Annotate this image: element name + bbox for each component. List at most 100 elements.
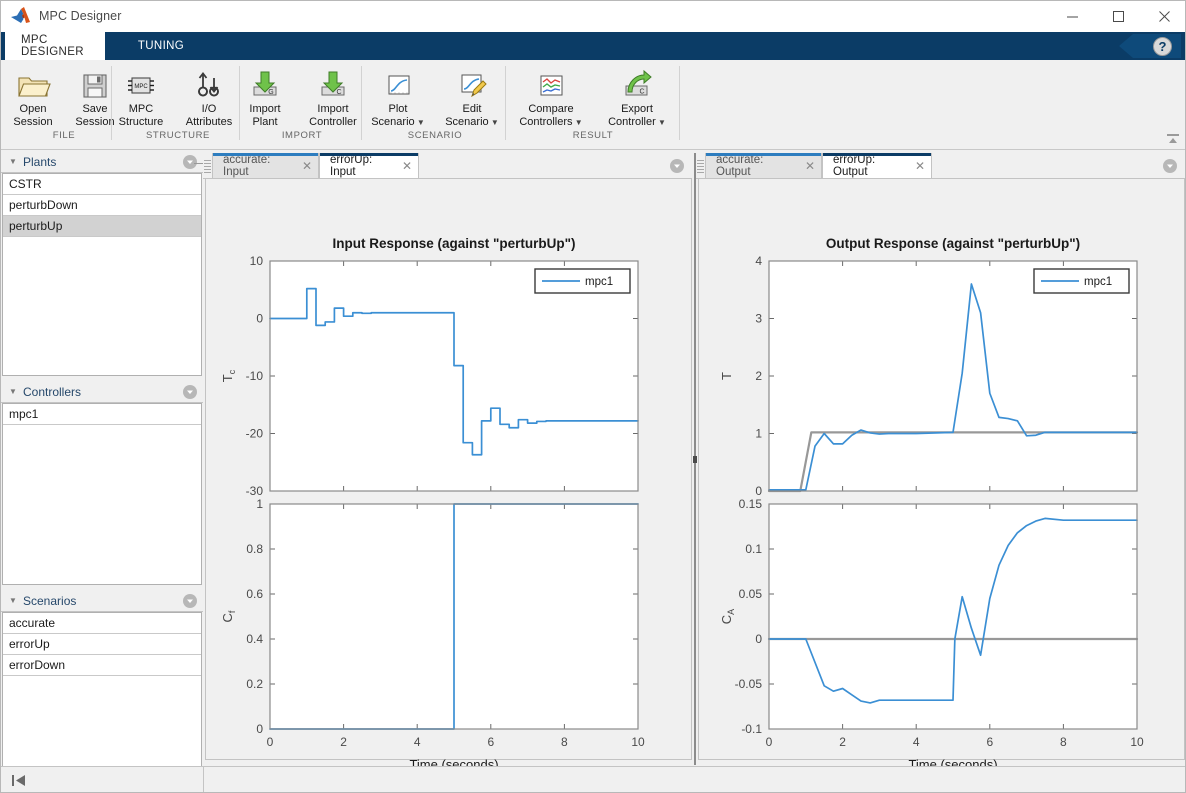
- section-header-plants[interactable]: ▼ Plants: [1, 151, 203, 173]
- svg-text:6: 6: [487, 735, 494, 749]
- edit-scenario-button[interactable]: Edit Scenario ▼: [435, 60, 509, 132]
- input-tabbar-menu-icon[interactable]: [670, 159, 684, 173]
- plants-collapse-triangle-icon[interactable]: ▼: [3, 157, 23, 166]
- plot-scenario-label-1: Plot: [388, 103, 408, 115]
- svg-text:-0.1: -0.1: [741, 722, 762, 736]
- svg-text:0.6: 0.6: [246, 587, 263, 601]
- import-plant-button[interactable]: G Import Plant: [234, 60, 296, 132]
- plants-section-title: Plants: [23, 154, 57, 169]
- svg-text:mpc1: mpc1: [585, 276, 613, 288]
- tab-errorup-input-close-icon[interactable]: ✕: [402, 160, 412, 172]
- svg-text:0: 0: [755, 632, 762, 646]
- edit-scenario-icon: [456, 66, 488, 100]
- plot-scenario-chevron-down-icon[interactable]: ▼: [415, 118, 425, 127]
- svg-text:2: 2: [839, 735, 846, 749]
- ribbon-group-result: Compare Controllers ▼ C Export Controller …: [507, 60, 679, 150]
- import-controller-label-1: Import: [317, 103, 349, 115]
- svg-text:1: 1: [256, 497, 263, 511]
- compare-controllers-label-1: Compare: [528, 103, 574, 115]
- export-controller-chevron-down-icon[interactable]: ▼: [656, 118, 666, 127]
- tab-errorup-input-indicator: [320, 153, 418, 156]
- svg-text:Output Response (against "pert: Output Response (against "perturbUp"): [826, 236, 1080, 251]
- output-document-group: accurate: Output ✕ errorUp: Output ✕ Out…: [696, 151, 1185, 772]
- minimize-button[interactable]: [1049, 1, 1095, 32]
- ribbon-separator-4: [505, 66, 506, 140]
- tab-errorup-output[interactable]: errorUp: Output ✕: [822, 153, 932, 178]
- output-tabbar-grip[interactable]: [697, 158, 704, 174]
- scenarios-item-errordown[interactable]: errorDown: [3, 655, 201, 676]
- output-tabbar-menu-icon[interactable]: [1163, 159, 1177, 173]
- scenarios-item-errorup[interactable]: errorUp: [3, 634, 201, 655]
- export-controller-button[interactable]: C Export Controller ▼: [595, 60, 679, 132]
- mpc-structure-button[interactable]: MPC MPC Structure: [110, 60, 172, 132]
- tab-accurate-input-close-icon[interactable]: ✕: [302, 160, 312, 172]
- input-document-group: accurate: Input ✕ errorUp: Input ✕ Input…: [203, 151, 694, 772]
- input-response-plot[interactable]: Input Response (against "perturbUp") -30 -…: [205, 179, 692, 772]
- ribbon-group-file: Open Session Save Session FILE: [5, 60, 123, 150]
- svg-text:3: 3: [755, 312, 762, 326]
- svg-text:0: 0: [267, 735, 274, 749]
- collapse-left-panel-icon[interactable]: [11, 774, 27, 787]
- tab-errorup-output-close-icon[interactable]: ✕: [915, 160, 925, 172]
- svg-text:-30: -30: [246, 484, 264, 498]
- plants-item-perturbdown[interactable]: perturbDown: [3, 195, 201, 216]
- tab-accurate-output[interactable]: accurate: Output ✕: [705, 153, 822, 178]
- collapse-ribbon-icon[interactable]: [1164, 131, 1182, 147]
- section-header-scenarios[interactable]: ▼ Scenarios: [1, 590, 203, 612]
- plot-group-splitter-handle[interactable]: [693, 456, 697, 463]
- plants-item-cstr[interactable]: CSTR: [3, 174, 201, 195]
- svg-text:4: 4: [755, 254, 762, 268]
- svg-text:C: C: [336, 89, 341, 96]
- output-response-plot[interactable]: Output Response (against "perturbUp") 0 1 2…: [698, 179, 1185, 772]
- ribbon-group-title-scenario: SCENARIO: [407, 130, 463, 141]
- svg-text:0.15: 0.15: [739, 497, 763, 511]
- mpc-designer-window: MPC Designer MPC DESIGNER TUNING ? Open …: [0, 0, 1186, 793]
- open-session-button[interactable]: Open Session: [2, 60, 64, 132]
- title-bar: MPC Designer: [1, 1, 1185, 32]
- controllers-item-mpc1[interactable]: mpc1: [3, 404, 201, 425]
- input-response-svg: Input Response (against "perturbUp") -30 -…: [220, 236, 645, 772]
- ribbon-toolbar: Open Session Save Session FILE MPC MPC S…: [1, 60, 1185, 150]
- tab-accurate-input[interactable]: accurate: Input ✕: [212, 153, 319, 178]
- svg-text:1: 1: [755, 427, 762, 441]
- scenarios-collapse-triangle-icon[interactable]: ▼: [3, 596, 23, 605]
- plot-scenario-button[interactable]: Plot Scenario ▼: [361, 60, 435, 132]
- svg-text:0.4: 0.4: [246, 632, 263, 646]
- compare-controllers-chevron-down-icon[interactable]: ▼: [573, 118, 583, 127]
- import-controller-button[interactable]: C Import Controller: [296, 60, 370, 132]
- scenarios-section-menu-icon[interactable]: [183, 594, 197, 608]
- tab-errorup-input[interactable]: errorUp: Input ✕: [319, 153, 419, 178]
- svg-text:0: 0: [256, 312, 263, 326]
- status-bar: [1, 766, 1185, 792]
- edit-scenario-chevron-down-icon[interactable]: ▼: [489, 118, 499, 127]
- controllers-section-title: Controllers: [23, 384, 82, 399]
- controllers-listbox[interactable]: mpc1: [2, 403, 202, 585]
- svg-text:-0.05: -0.05: [735, 677, 763, 691]
- scenarios-item-accurate[interactable]: accurate: [3, 613, 201, 634]
- maximize-button[interactable]: [1095, 1, 1141, 32]
- tab-errorup-output-indicator: [823, 153, 931, 156]
- svg-text:8: 8: [561, 735, 568, 749]
- compare-controllers-button[interactable]: Compare Controllers ▼: [507, 60, 595, 132]
- plants-item-perturbup[interactable]: perturbUp: [3, 216, 201, 237]
- ribbon-tab-tuning[interactable]: TUNING: [113, 32, 209, 60]
- svg-text:mpc1: mpc1: [1084, 276, 1112, 288]
- save-session-label-2: Session: [75, 116, 115, 128]
- svg-text:-20: -20: [246, 427, 264, 441]
- tab-accurate-output-close-icon[interactable]: ✕: [805, 160, 815, 172]
- section-header-controllers[interactable]: ▼ Controllers: [1, 381, 203, 403]
- controllers-section-menu-icon[interactable]: [183, 385, 197, 399]
- svg-text:Cf: Cf: [220, 610, 237, 622]
- ribbon-tab-mpc-designer[interactable]: MPC DESIGNER: [5, 32, 105, 60]
- close-button[interactable]: [1141, 1, 1185, 32]
- plants-listbox[interactable]: CSTR perturbDown perturbUp: [2, 173, 202, 376]
- compare-controllers-label-2: Controllers: [519, 116, 573, 128]
- left-panel-resize-grip[interactable]: [194, 153, 203, 173]
- controllers-collapse-triangle-icon[interactable]: ▼: [3, 387, 23, 396]
- edit-scenario-label-2: Scenario: [445, 116, 489, 128]
- import-plant-label-2: Plant: [252, 116, 278, 128]
- edit-scenario-label-1: Edit: [462, 103, 482, 115]
- scenarios-listbox[interactable]: accurate errorUp errorDown: [2, 612, 202, 772]
- input-tabbar-grip[interactable]: [204, 158, 211, 174]
- help-button[interactable]: ?: [1119, 34, 1181, 58]
